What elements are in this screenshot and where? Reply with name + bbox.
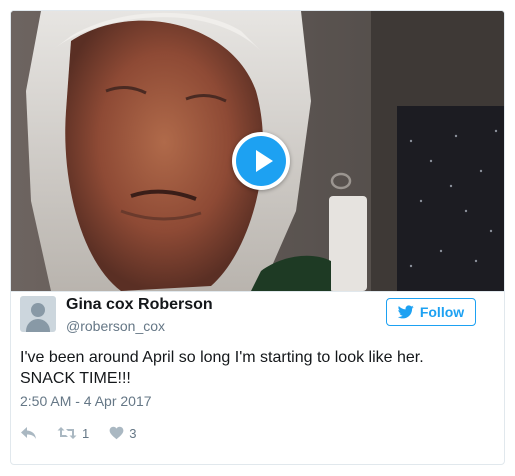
retweet-button[interactable]: 1	[57, 426, 89, 441]
tweet-text: I've been around April so long I'm start…	[20, 347, 480, 389]
like-button[interactable]: 3	[109, 426, 136, 441]
play-icon	[236, 136, 286, 186]
reply-icon	[21, 427, 36, 439]
twitter-bird-icon	[397, 305, 414, 319]
reply-button[interactable]	[20, 426, 37, 440]
author-avatar[interactable]	[20, 296, 56, 332]
tweet-text-line: I've been around April so long I'm start…	[20, 349, 424, 366]
retweet-count: 1	[82, 425, 90, 441]
follow-label: Follow	[419, 304, 465, 320]
follow-button[interactable]: Follow	[386, 298, 476, 326]
tweet-actions: 1 3	[20, 423, 156, 443]
video-thumbnail[interactable]	[11, 11, 504, 291]
tweet-timestamp[interactable]: 2:50 AM - 4 Apr 2017	[20, 393, 152, 409]
author-name[interactable]: Gina cox Roberson	[66, 296, 213, 314]
heart-icon	[109, 426, 124, 440]
default-avatar-icon	[31, 303, 45, 317]
like-count: 3	[129, 425, 137, 441]
author-handle[interactable]: @roberson_cox	[66, 318, 165, 334]
retweet-icon	[57, 427, 77, 439]
play-button[interactable]	[232, 132, 290, 190]
tweet-text-line: SNACK TIME!!!	[20, 370, 131, 387]
media-divider	[11, 291, 504, 292]
